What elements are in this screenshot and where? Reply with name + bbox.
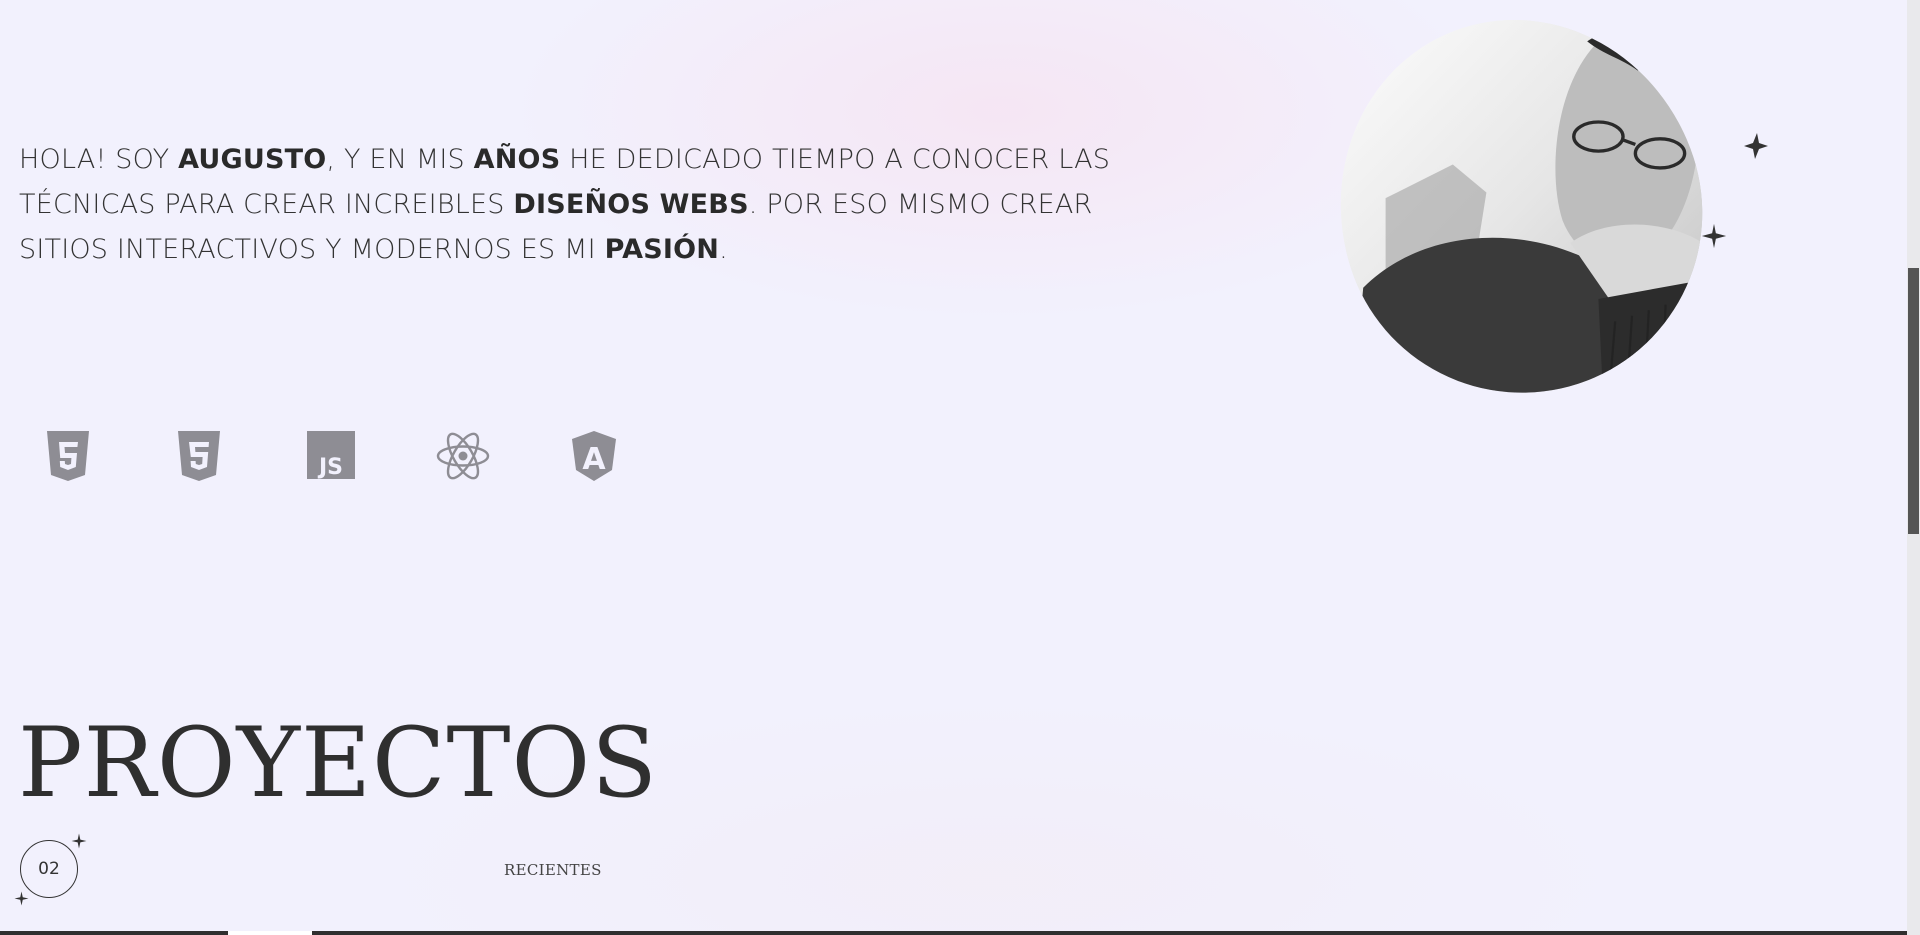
intro-text-part: HOLA! SOY [19, 144, 179, 175]
javascript-icon: JS [307, 431, 355, 480]
sparkle-star-icon [1744, 133, 1768, 159]
projects-title: PROYECTOS [18, 707, 658, 819]
javascript-icon-label: JS [317, 455, 343, 480]
scrollbar-thumb[interactable] [1908, 268, 1919, 534]
intro-text-part: . [719, 234, 728, 265]
profile-photo [1291, 0, 1749, 440]
intro-years: AÑOS [473, 144, 561, 175]
projects-subtitle: RECIENTES [504, 861, 602, 879]
sparkle-star-icon [1701, 223, 1727, 249]
bottom-divider-gap [228, 931, 312, 935]
intro-name: AUGUSTO [178, 144, 327, 175]
css3-icon [178, 431, 220, 481]
angular-icon: A [572, 431, 616, 481]
intro-text-part: , Y EN MIS [326, 144, 474, 175]
projects-section-number: 02 [20, 840, 78, 898]
about-intro-text: HOLA! SOY AUGUSTO, Y EN MIS AÑOS HE DEDI… [19, 137, 1129, 272]
profile-photo-illustration [1318, 0, 1722, 416]
intro-web-designs: DISEÑOS WEBS [513, 189, 749, 220]
angular-icon-label: A [582, 442, 606, 477]
sparkle-star-icon [14, 891, 29, 906]
intro-passion: PASIÓN [604, 234, 720, 265]
html5-icon [47, 431, 89, 481]
react-icon [436, 432, 490, 480]
sparkle-star-icon [71, 833, 87, 849]
